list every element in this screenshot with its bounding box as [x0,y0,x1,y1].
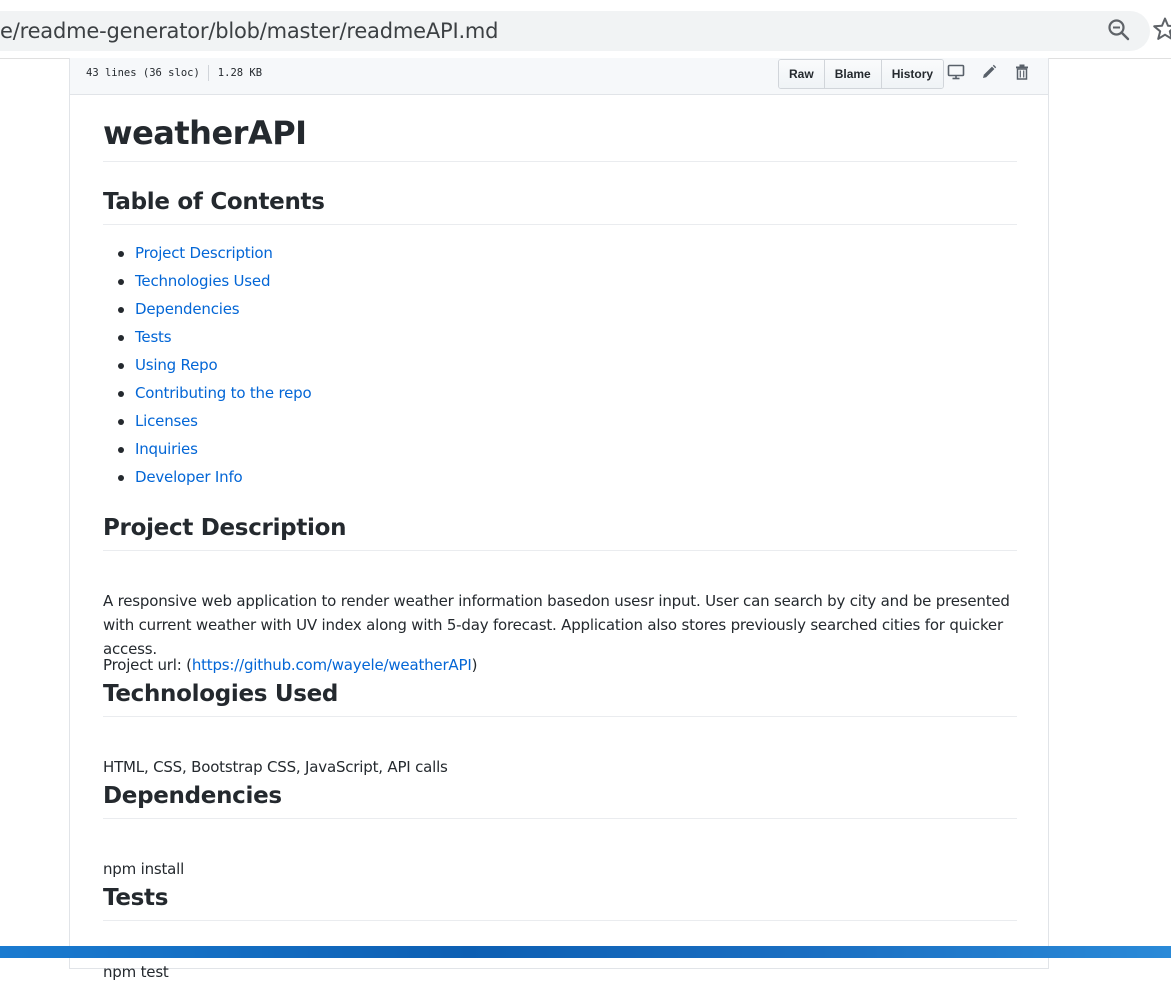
list-item: Developer Info [103,463,311,491]
list-item: Tests [103,323,311,351]
project-url-link[interactable]: https://github.com/wayele/weatherAPI [192,656,472,674]
technologies-text: HTML, CSS, Bootstrap CSS, JavaScript, AP… [103,758,448,776]
line-count: 43 lines (36 sloc) [86,67,200,79]
os-taskbar [0,946,1171,958]
toc-link-using-repo[interactable]: Using Repo [135,356,218,374]
technologies-heading: Technologies Used [103,679,1017,717]
browser-toolbar: e/readme-generator/blob/master/readmeAPI… [0,8,1171,59]
tests-heading: Tests [103,883,1017,921]
toc-link-licenses[interactable]: Licenses [135,412,198,430]
list-item: Using Repo [103,351,311,379]
list-item: Contributing to the repo [103,379,312,407]
project-url-line: Project url: (https://github.com/wayele/… [103,653,1017,677]
tab-strip [0,0,1171,8]
toc-link-contributing[interactable]: Contributing to the repo [135,384,312,402]
raw-button[interactable]: Raw [779,60,825,88]
trash-icon[interactable] [1013,63,1031,81]
pencil-icon[interactable] [980,63,998,81]
history-button[interactable]: History [881,60,944,88]
url-text[interactable]: e/readme-generator/blob/master/readmeAPI… [0,11,499,51]
toc-link-project-description[interactable]: Project Description [135,244,273,262]
tests-text: npm test [103,963,169,981]
list-item: Licenses [103,407,311,435]
toc-heading: Table of Contents [103,187,1017,225]
project-description-text: A responsive web application to render w… [103,592,1010,658]
list-item: Dependencies [103,295,311,323]
toc-link-tests[interactable]: Tests [135,328,172,346]
project-description-heading: Project Description [103,513,1017,551]
list-item: Project Description [103,239,311,267]
file-container: 43 lines (36 sloc) 1.28 KB Raw Blame Hist… [69,58,1049,981]
list-item: Inquiries [103,435,311,463]
star-icon[interactable] [1152,16,1171,42]
file-info: 43 lines (36 sloc) 1.28 KB [86,65,262,81]
desktop-icon[interactable] [947,63,965,81]
file-info-divider [207,65,209,81]
toc-list: Project Description Technologies Used De… [103,239,312,491]
toc-link-technologies-used[interactable]: Technologies Used [135,272,270,290]
project-url-prefix: Project url: ( [103,656,192,674]
file-size: 1.28 KB [217,67,263,79]
toc-link-dependencies[interactable]: Dependencies [135,300,240,318]
file-actions-button-group: Raw Blame History [778,59,945,89]
address-bar[interactable]: e/readme-generator/blob/master/readmeAPI… [0,11,1150,51]
dependencies-heading: Dependencies [103,781,1017,819]
list-item: Technologies Used [103,267,311,295]
dependencies-text: npm install [103,860,185,878]
file-header: 43 lines (36 sloc) 1.28 KB Raw Blame Hist… [70,58,1048,95]
blame-button[interactable]: Blame [824,60,882,88]
toc-link-developer-info[interactable]: Developer Info [135,468,243,486]
readme-title: weatherAPI [103,114,1017,162]
toc-link-inquiries[interactable]: Inquiries [135,440,198,458]
project-url-suffix: ) [471,656,478,674]
zoom-icon[interactable] [1106,17,1132,43]
active-tab-edge [0,0,1171,8]
